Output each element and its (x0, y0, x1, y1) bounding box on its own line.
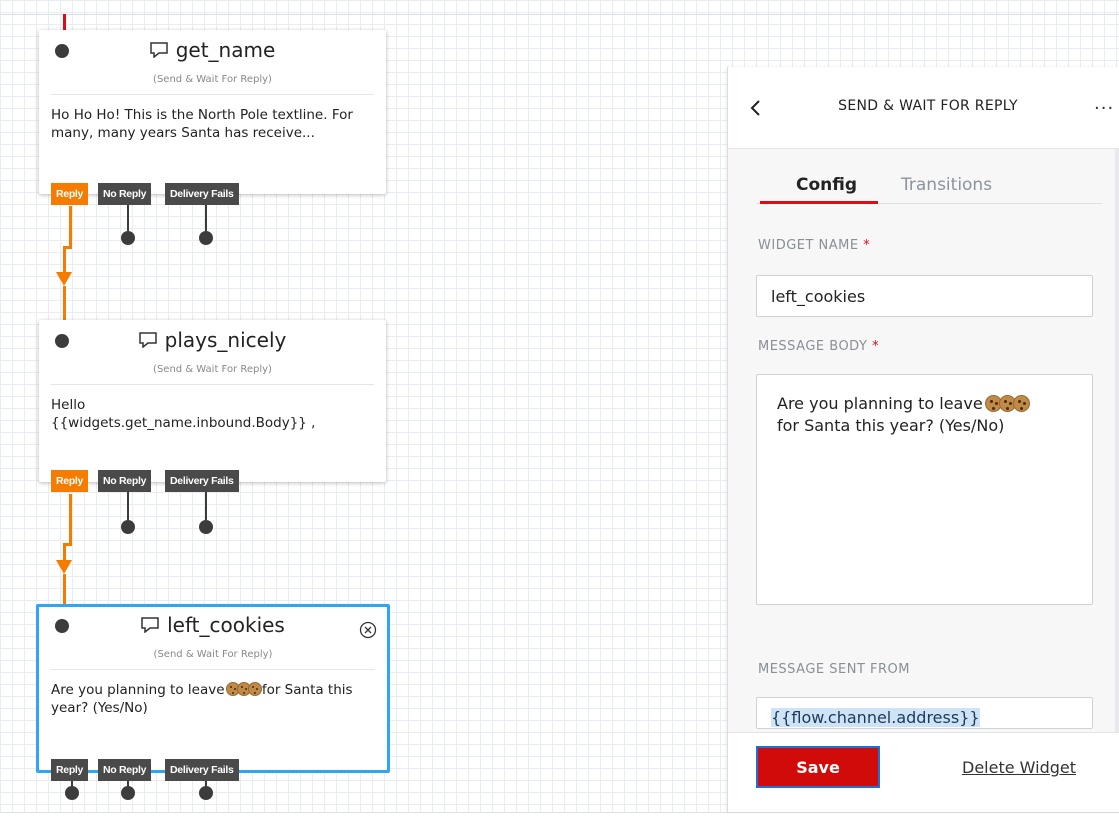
panel-footer: Save Delete Widget (728, 732, 1119, 812)
widget-title: left_cookies (39, 613, 387, 637)
close-circle-icon[interactable] (359, 621, 377, 639)
more-options-button[interactable]: ... (1094, 93, 1114, 114)
port-stem (205, 205, 207, 231)
message-sent-from-input[interactable]: {{flow.channel.address}} (756, 697, 1093, 729)
divider (51, 384, 374, 385)
widget-subtitle: (Send & Wait For Reply) (153, 74, 272, 85)
widget-subtitle: (Send & Wait For Reply) (153, 364, 272, 375)
panel-header: SEND & WAIT FOR REPLY ... (728, 67, 1119, 149)
message-text: for Santa this year? (Yes/No) (777, 416, 1005, 435)
output-port[interactable] (121, 231, 135, 245)
output-port[interactable] (199, 520, 213, 534)
message-sent-from-label: MESSAGE SENT FROM (758, 662, 910, 677)
tag-delivery-fails[interactable]: Delivery Fails (165, 470, 239, 492)
tag-reply[interactable]: Reply (51, 183, 89, 205)
panel-scrollbar[interactable] (1115, 149, 1119, 732)
widget-config-panel: SEND & WAIT FOR REPLY ... Config Transit… (727, 67, 1119, 812)
connection-wire (69, 494, 72, 544)
delete-widget-link[interactable]: Delete Widget (962, 758, 1076, 777)
connection-wire (69, 206, 72, 248)
widget-name-label: WIDGET NAME * (758, 238, 871, 253)
widget-plays-nicely[interactable]: plays_nicely (Send & Wait For Reply) Hel… (39, 320, 386, 482)
body-text: Are you planning to leave (51, 682, 229, 698)
tag-delivery-fails[interactable]: Delivery Fails (165, 183, 239, 205)
output-port[interactable] (65, 786, 79, 800)
widget-left-cookies[interactable]: left_cookies (Send & Wait For Reply) Are… (36, 604, 390, 773)
port-stem (205, 492, 207, 520)
tag-reply[interactable]: Reply (51, 470, 89, 492)
active-tab-indicator (760, 201, 878, 204)
tab-config[interactable]: Config (796, 175, 857, 195)
arrow-head-icon (56, 272, 72, 286)
arrow-head-icon (56, 560, 72, 574)
body-line: {{widgets.get_name.inbound.Body}} , (51, 415, 316, 431)
tag-no-reply[interactable]: No Reply (98, 759, 152, 781)
output-port[interactable] (199, 786, 213, 800)
port-stem (127, 205, 129, 231)
chat-bubble-icon (138, 332, 157, 348)
widget-body: Are you planning to leave for Santa this… (51, 681, 379, 717)
widget-subtitle: (Send & Wait For Reply) (153, 649, 273, 660)
widget-title: get_name (39, 38, 386, 62)
connection-wire (63, 574, 66, 606)
widget-body: Hello {{widgets.get_name.inbound.Body}} … (51, 396, 378, 432)
divider (51, 669, 375, 670)
widget-get-name[interactable]: get_name (Send & Wait For Reply) Ho Ho H… (39, 30, 386, 194)
cookie-emoji-icon (247, 682, 262, 696)
connection-wire (63, 286, 66, 320)
cookie-emoji-icon (1012, 395, 1030, 412)
canvas-bottom-border (0, 812, 1119, 828)
widget-name-input[interactable]: left_cookies (756, 275, 1093, 317)
sent-from-value: {{flow.channel.address}} (771, 708, 980, 727)
tag-delivery-fails[interactable]: Delivery Fails (165, 759, 239, 781)
output-port[interactable] (199, 231, 213, 245)
message-body-textarea[interactable]: Are you planning to leave for Santa this… (756, 374, 1093, 605)
tag-no-reply[interactable]: No Reply (98, 183, 152, 205)
chat-bubble-icon (149, 42, 168, 58)
message-body-label: MESSAGE BODY * (758, 339, 880, 354)
canvas-top-border (0, 14, 1119, 15)
chat-bubble-icon (141, 617, 159, 633)
tag-no-reply[interactable]: No Reply (98, 470, 152, 492)
body-line: Hello (51, 397, 86, 413)
chevron-left-icon[interactable] (748, 98, 764, 118)
output-port[interactable] (121, 786, 135, 800)
divider (51, 94, 374, 95)
panel-title: SEND & WAIT FOR REPLY (838, 98, 1018, 114)
save-button[interactable]: Save (756, 746, 880, 788)
message-text: Are you planning to leave (777, 394, 988, 413)
widget-body: Ho Ho Ho! This is the North Pole textlin… (51, 107, 353, 141)
port-stem (127, 492, 129, 520)
output-port[interactable] (121, 520, 135, 534)
widget-title: plays_nicely (39, 328, 386, 352)
tag-reply[interactable]: Reply (51, 759, 89, 781)
tab-transitions[interactable]: Transitions (901, 175, 992, 195)
